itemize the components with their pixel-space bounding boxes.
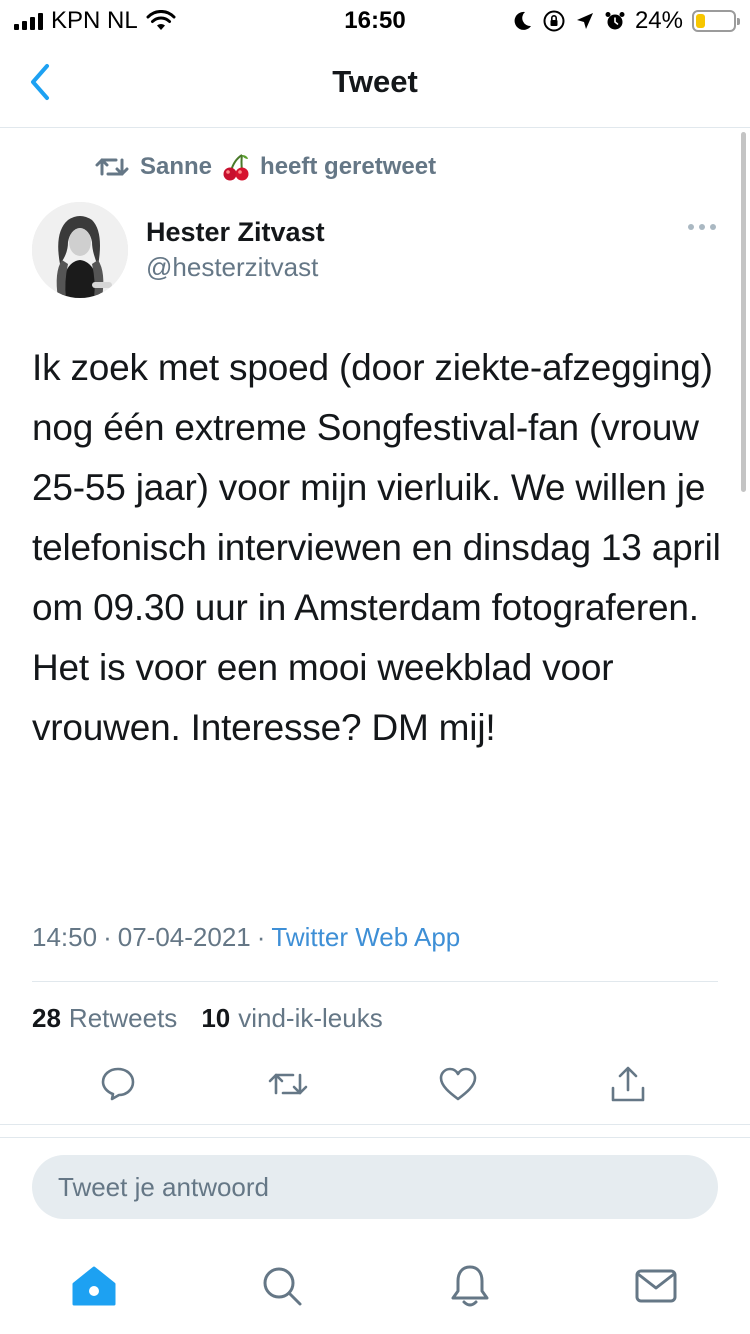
reply-icon xyxy=(101,1067,135,1101)
tweet-text: Ik zoek met spoed (door ziekte-afzegging… xyxy=(32,347,721,748)
tweet-time: 14:50 xyxy=(32,922,98,952)
tweet-source-link[interactable]: Twitter Web App xyxy=(271,922,460,953)
more-options-button[interactable] xyxy=(688,224,716,230)
tab-messages[interactable] xyxy=(628,1258,684,1314)
notifications-icon xyxy=(451,1265,489,1307)
battery-percentage: 24% xyxy=(634,7,683,34)
retweet-context[interactable]: Sanne heeft geretweet xyxy=(94,150,436,184)
reply-button[interactable] xyxy=(92,1058,144,1110)
tab-search[interactable] xyxy=(254,1258,310,1314)
divider xyxy=(0,1137,750,1138)
battery-level xyxy=(696,14,705,28)
tweet-date: 07-04-2021 xyxy=(117,922,251,952)
tab-notifications[interactable] xyxy=(442,1258,498,1314)
like-label[interactable]: vind-ik-leuks xyxy=(238,1003,383,1034)
reply-input[interactable] xyxy=(32,1155,718,1219)
cherries-emoji-icon xyxy=(223,154,249,181)
messages-icon xyxy=(635,1269,677,1303)
retweet-count[interactable]: 28 xyxy=(32,1003,61,1034)
retweeter-name: Sanne xyxy=(140,153,213,180)
status-bar: KPN NL 16:50 24% xyxy=(0,0,750,40)
home-icon xyxy=(72,1266,116,1306)
search-icon xyxy=(263,1267,302,1306)
author-handle[interactable]: @hesterzitvast xyxy=(146,252,318,283)
page-title: Tweet xyxy=(332,64,418,99)
retweet-icon xyxy=(268,1073,308,1095)
like-count[interactable]: 10 xyxy=(201,1003,230,1034)
nav-bar: Tweet xyxy=(0,40,750,128)
author-name[interactable]: Hester Zitvast xyxy=(146,217,325,248)
rotation-lock-icon xyxy=(543,10,565,32)
tweet-actions xyxy=(0,1058,750,1110)
reply-box[interactable] xyxy=(32,1155,718,1219)
like-button[interactable] xyxy=(432,1058,484,1110)
alarm-icon xyxy=(605,12,625,30)
retweet-small-icon xyxy=(95,158,129,176)
dot-icon xyxy=(688,224,694,230)
tweet-stats: 28 Retweets 10 vind-ik-leuks xyxy=(32,1003,383,1034)
tab-home[interactable] xyxy=(66,1258,122,1314)
divider xyxy=(0,1124,750,1125)
dot-icon xyxy=(710,224,716,230)
avatar[interactable] xyxy=(32,202,128,298)
meta-separator: · xyxy=(256,922,266,952)
location-icon xyxy=(576,13,593,29)
retweet-label[interactable]: Retweets xyxy=(69,1003,177,1034)
moon-icon xyxy=(514,11,531,30)
dot-icon xyxy=(699,224,705,230)
meta-separator: · xyxy=(103,922,112,952)
scroll-indicator xyxy=(741,132,746,492)
tab-bar xyxy=(0,1250,750,1320)
like-icon xyxy=(439,1067,477,1101)
divider xyxy=(32,981,718,982)
tweet-meta: 14:50 · 07-04-2021 · Twitter Web App xyxy=(32,922,460,953)
share-button[interactable] xyxy=(602,1058,654,1110)
share-icon xyxy=(611,1066,645,1102)
retweet-context-text: heeft geretweet xyxy=(260,153,437,180)
battery-icon xyxy=(692,10,740,32)
avatar-image xyxy=(32,202,128,298)
retweet-button[interactable] xyxy=(262,1058,314,1110)
